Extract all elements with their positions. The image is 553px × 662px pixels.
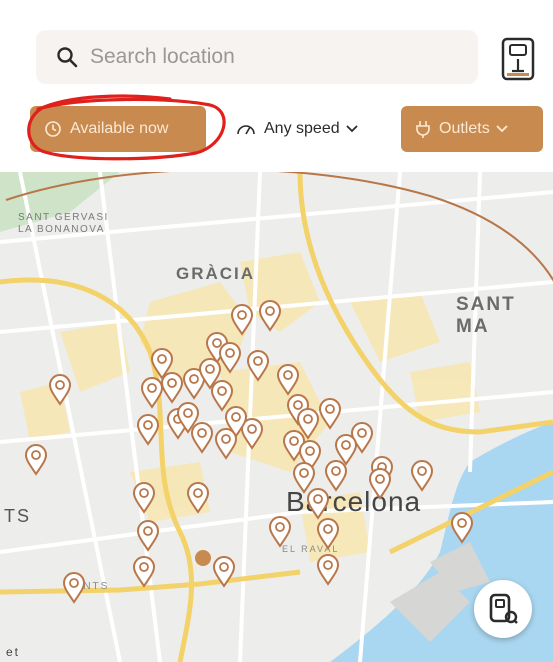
map-pin-icon: [276, 364, 300, 396]
map-pin-icon: [316, 554, 340, 586]
available-now-filter[interactable]: Available now: [30, 106, 206, 152]
charger-marker[interactable]: [334, 434, 358, 466]
charger-station-icon: [489, 593, 518, 624]
charger-marker[interactable]: [132, 482, 156, 514]
map-pin-icon: [24, 444, 48, 476]
map-pin-icon: [268, 516, 292, 548]
charger-icon[interactable]: [500, 37, 536, 81]
charger-marker[interactable]: [410, 460, 434, 492]
map-label-sant-ma: SANT MA: [456, 294, 516, 337]
map-view[interactable]: SANT GERVASI LA BONANOVA GRÀCIA SANT MA …: [0, 172, 553, 662]
outlets-filter[interactable]: Outlets: [401, 106, 543, 152]
charger-marker[interactable]: [316, 518, 340, 550]
la-bonanova-line: LA BONANOVA: [18, 224, 105, 235]
speed-filter[interactable]: Any speed: [226, 106, 394, 152]
charger-marker[interactable]: [136, 520, 160, 552]
charger-marker[interactable]: [268, 516, 292, 548]
map-pin-icon: [230, 304, 254, 336]
plug-icon: [416, 121, 430, 138]
charger-marker[interactable]: [62, 572, 86, 604]
charger-marker[interactable]: [224, 406, 248, 438]
charger-marker[interactable]: [276, 364, 300, 396]
map-pin-icon: [48, 374, 72, 406]
chevron-down-icon: [345, 125, 358, 133]
map-pin-icon: [246, 350, 270, 382]
map-label-ts: TS: [4, 506, 32, 526]
map-pin-icon: [150, 348, 174, 380]
charger-marker[interactable]: [316, 554, 340, 586]
search-bar[interactable]: [36, 30, 478, 84]
speedometer-icon: [237, 125, 255, 135]
available-now-label: Available now: [70, 120, 169, 137]
map-pin-icon: [334, 434, 358, 466]
map-pin-icon: [224, 406, 248, 438]
nearby-chargers-button[interactable]: [474, 580, 532, 638]
map-pin-icon: [136, 520, 160, 552]
charger-marker[interactable]: [150, 348, 174, 380]
map-pin-icon: [316, 518, 340, 550]
charger-marker[interactable]: [230, 304, 254, 336]
map-label-sant-gervasi: SANT GERVASI LA BONANOVA: [18, 212, 109, 236]
charger-marker[interactable]: [246, 350, 270, 382]
sant-gervasi-line: SANT GERVASI: [18, 212, 109, 223]
map-pin-icon: [132, 556, 156, 588]
map-pin-icon: [186, 482, 210, 514]
map-label-et: et: [6, 645, 21, 659]
clock-icon: [45, 121, 61, 137]
outlets-label: Outlets: [439, 120, 490, 137]
chevron-down-icon: [496, 125, 508, 133]
charger-marker[interactable]: [48, 374, 72, 406]
speed-label: Any speed: [264, 120, 340, 137]
map-pin-icon: [368, 468, 392, 500]
charger-marker[interactable]: [186, 482, 210, 514]
charger-marker[interactable]: [132, 556, 156, 588]
charger-marker[interactable]: [24, 444, 48, 476]
charger-marker[interactable]: [318, 398, 342, 430]
charger-marker[interactable]: [368, 468, 392, 500]
search-icon: [57, 47, 78, 68]
top-bar: Available now Any speed Outlets: [0, 0, 553, 172]
map-pin-icon: [136, 414, 160, 446]
map-pin-icon: [212, 556, 236, 588]
search-input[interactable]: [88, 44, 452, 70]
charger-marker[interactable]: [292, 462, 316, 494]
map-pin-icon: [62, 572, 86, 604]
map-pin-icon: [258, 300, 282, 332]
charger-marker[interactable]: [212, 556, 236, 588]
map-pin-icon: [292, 462, 316, 494]
map-pin-icon: [410, 460, 434, 492]
map-pin-icon: [132, 482, 156, 514]
charger-marker[interactable]: [258, 300, 282, 332]
charger-marker[interactable]: [176, 402, 200, 434]
current-location-dot: [195, 550, 211, 566]
map-label-gracia: GRÀCIA: [176, 264, 256, 283]
charger-marker[interactable]: [136, 414, 160, 446]
map-pin-icon: [450, 512, 474, 544]
map-pin-icon: [318, 398, 342, 430]
map-pin-icon: [176, 402, 200, 434]
charger-marker[interactable]: [450, 512, 474, 544]
